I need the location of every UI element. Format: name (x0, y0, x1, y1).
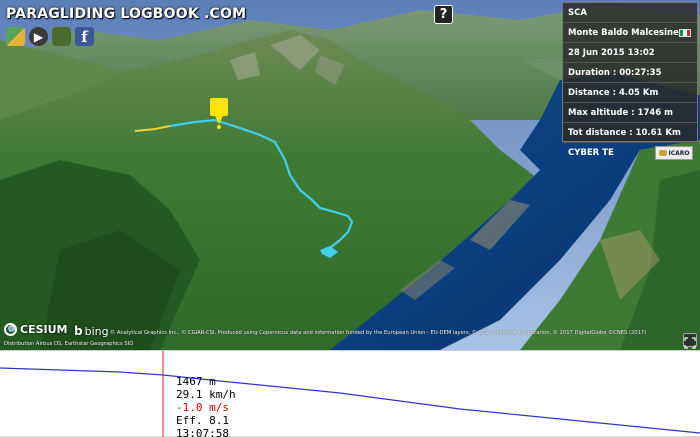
site-row: Monte Baldo Malcesine (563, 23, 697, 43)
google-maps-icon[interactable] (6, 27, 25, 46)
youtube-icon[interactable]: ▶ (29, 27, 48, 46)
italy-flag-icon (679, 29, 691, 37)
facebook-icon[interactable]: f (75, 27, 94, 46)
cesium-icon (4, 323, 17, 336)
imagery-credits-2: Distribution Airbus DS, Earthstar Geogra… (4, 341, 134, 347)
fullscreen-icon (684, 337, 696, 349)
altitude-profile-chart[interactable] (0, 351, 700, 437)
readout-vario: -1.0 m/s (176, 401, 229, 414)
readout-time: 13:07:58 (176, 427, 229, 437)
help-button[interactable]: ? (434, 5, 453, 24)
site-title[interactable]: PARAGLIDING LOGBOOK .COM (6, 6, 246, 22)
flight-distance: Distance : 4.05 Km (568, 87, 659, 98)
flight-info-panel: SCA Monte Baldo Malcesine 28 Jun 2015 13… (562, 2, 698, 160)
site-name[interactable]: Monte Baldo Malcesine (568, 28, 679, 38)
datetime-row: 28 Jun 2015 13:02 (563, 43, 697, 63)
bing-logo[interactable]: b bing (74, 324, 109, 338)
flight-datetime: 28 Jun 2015 13:02 (568, 47, 655, 58)
total-distance-row: Tot distance : 10.61 Km (563, 123, 697, 143)
map-viewer[interactable]: PARAGLIDING LOGBOOK .COM ▶ f ? SCA Monte… (0, 0, 700, 350)
share-buttons: ▶ f (6, 27, 94, 46)
wing-brand-label: ICARO (668, 149, 690, 157)
flight-total-distance: Tot distance : 10.61 Km (568, 127, 681, 138)
wing-row: CYBER TE ICARO (563, 143, 697, 163)
distance-row: Distance : 4.05 Km (563, 83, 697, 103)
altitude-profile[interactable]: 1467 m 29.1 km/h -1.0 m/s Eff. 8.1 13:07… (0, 350, 700, 437)
pilot-row: SCA (563, 3, 697, 23)
game-controller-icon[interactable] (52, 27, 71, 46)
cesium-logo[interactable]: CESIUM (4, 323, 67, 336)
flight-duration: Duration : 00:27:35 (568, 67, 662, 78)
altitude-line (0, 367, 700, 434)
fullscreen-button[interactable] (683, 333, 697, 349)
cursor-readout: 1467 m 29.1 km/h -1.0 m/s Eff. 8.1 13:07… (176, 375, 236, 437)
duration-row: Duration : 00:27:35 (563, 63, 697, 83)
wing-name[interactable]: CYBER TE (568, 148, 614, 158)
max-altitude-row: Max altitude : 1746 m (563, 103, 697, 123)
cesium-label: CESIUM (20, 323, 68, 336)
readout-efficiency: Eff. 8.1 (176, 414, 229, 427)
wing-brand-logo[interactable]: ICARO (655, 146, 693, 160)
imagery-credits: © Analytical Graphics Inc., © CGIAR-CSI,… (110, 330, 647, 336)
readout-speed: 29.1 km/h (176, 388, 236, 401)
bing-icon: b (74, 324, 83, 338)
flight-max-altitude: Max altitude : 1746 m (568, 107, 674, 118)
bing-label: bing (84, 324, 109, 338)
readout-altitude: 1467 m (176, 375, 216, 388)
pilot-name[interactable]: SCA (568, 8, 587, 18)
